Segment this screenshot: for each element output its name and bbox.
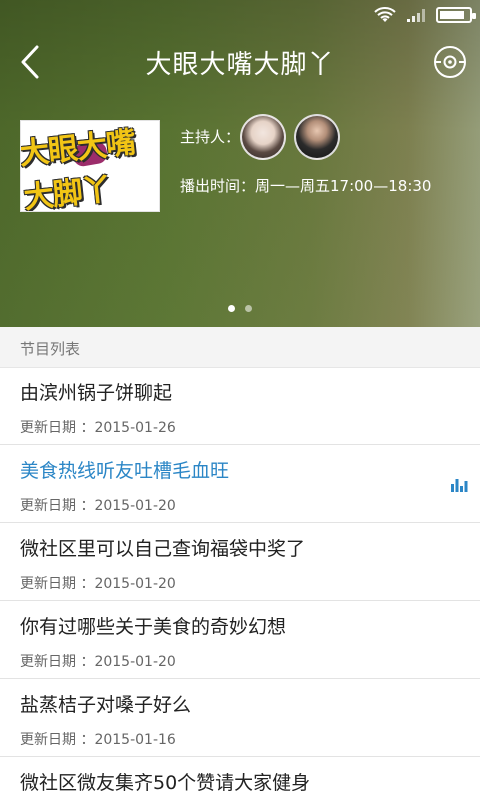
episode-title: 你有过哪些关于美食的奇妙幻想 xyxy=(20,616,287,638)
episode-title: 盐蒸桔子对嗓子好么 xyxy=(20,694,192,716)
program-logo: 大眼大嘴大脚丫 xyxy=(21,121,159,211)
episode-title: 由滨州锅子饼聊起 xyxy=(20,382,173,404)
list-item[interactable]: 微社区微友集齐50个赞请大家健身 xyxy=(0,757,480,800)
episode-date: 更新日期 ：2015-01-20 xyxy=(20,576,176,592)
episode-title: 美食热线听友吐槽毛血旺 xyxy=(20,460,230,482)
target-icon xyxy=(434,46,466,78)
episode-list[interactable]: 由滨州锅子饼聊起 更新日期 ：2015-01-26 美食热线听友吐槽毛血旺 更新… xyxy=(0,367,480,800)
list-item[interactable]: 你有过哪些关于美食的奇妙幻想 更新日期 ：2015-01-20 xyxy=(0,601,480,679)
signal-icon xyxy=(407,9,425,22)
list-item-playing[interactable]: 美食热线听友吐槽毛血旺 更新日期 ：2015-01-20 xyxy=(0,445,480,523)
wifi-icon xyxy=(374,7,396,22)
carousel-dot-1 xyxy=(228,305,235,312)
battery-level xyxy=(440,11,464,19)
list-item[interactable]: 盐蒸桔子对嗓子好么 更新日期 ：2015-01-16 xyxy=(0,679,480,757)
episode-date: 更新日期 ：2015-01-26 xyxy=(20,420,176,436)
section-header: 节目列表 xyxy=(0,327,480,368)
episode-date: 更新日期 ：2015-01-16 xyxy=(20,732,176,748)
episode-title: 微社区里可以自己查询福袋中奖了 xyxy=(20,538,306,560)
status-bar xyxy=(0,0,480,34)
airtime: 播出时间：周一—周五17:00—18:30 xyxy=(180,177,432,195)
program-logo-text: 大眼大嘴大脚丫 xyxy=(20,125,137,212)
status-icons xyxy=(374,6,476,24)
episode-title: 微社区微友集齐50个赞请大家健身 xyxy=(20,772,311,794)
top-bar: 大眼大嘴大脚丫 xyxy=(0,34,480,90)
equalizer-icon xyxy=(451,479,468,492)
host-avatar-2[interactable] xyxy=(294,114,340,160)
episode-date: 更新日期 ：2015-01-20 xyxy=(20,654,176,670)
host-label: 主持人： xyxy=(180,128,241,146)
page-title: 大眼大嘴大脚丫 xyxy=(145,50,335,80)
list-item[interactable]: 由滨州锅子饼聊起 更新日期 ：2015-01-26 xyxy=(0,367,480,445)
locate-button[interactable] xyxy=(430,42,470,82)
host-avatar-1[interactable] xyxy=(240,114,286,160)
section-title: 节目列表 xyxy=(20,340,81,358)
list-item[interactable]: 微社区里可以自己查询福袋中奖了 更新日期 ：2015-01-20 xyxy=(0,523,480,601)
battery-icon xyxy=(436,7,476,23)
carousel-indicator xyxy=(0,305,480,319)
carousel-dot-2 xyxy=(245,305,252,312)
episode-date: 更新日期 ：2015-01-20 xyxy=(20,498,176,514)
program-cover: 大眼大嘴大脚丫 xyxy=(20,120,160,212)
program-hero: 大眼大嘴大脚丫 大眼大嘴大脚丫 主持人： 播出时间：周一—周五17:00—18:… xyxy=(0,0,480,327)
